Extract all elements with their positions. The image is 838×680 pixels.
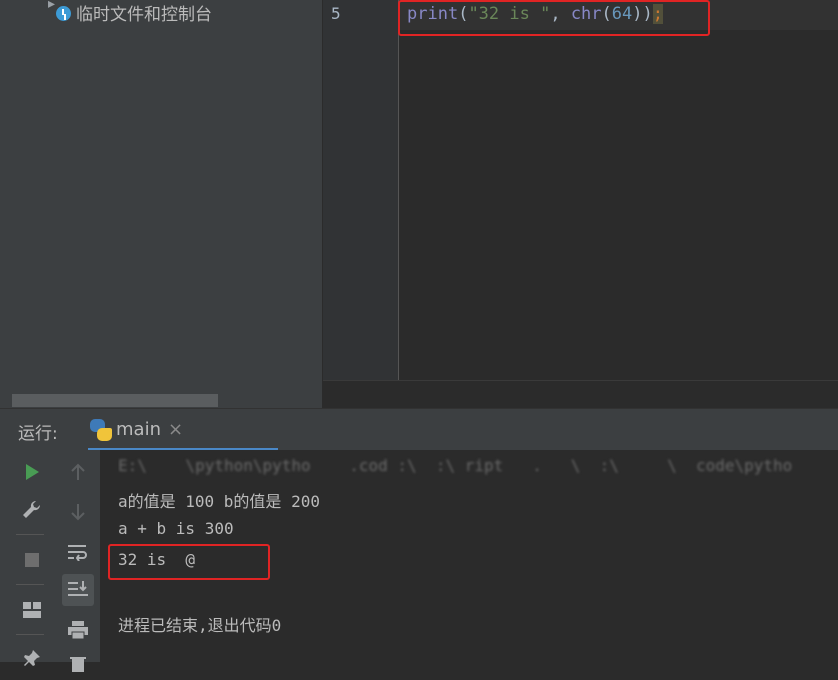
pin-icon[interactable] bbox=[16, 642, 48, 674]
toolbar-separator bbox=[16, 534, 44, 535]
line-number: 5 bbox=[331, 4, 341, 23]
run-icon[interactable] bbox=[16, 456, 48, 488]
console-line: a + b is 300 bbox=[118, 519, 234, 538]
arrow-down-icon[interactable] bbox=[62, 496, 94, 528]
run-toolbar-right bbox=[56, 450, 100, 672]
tree-item-scratches[interactable]: ▸ 临时文件和控制台 bbox=[48, 0, 212, 25]
tree-item-label: 临时文件和控制台 bbox=[76, 4, 212, 25]
scratches-icon: ▸ bbox=[48, 0, 72, 24]
code-editor[interactable]: 5 print("32 is ", chr(64)); bbox=[323, 0, 838, 380]
console-line-command: E:\ \python\pytho .cod :\ :\ ript . \ :\… bbox=[118, 456, 793, 475]
wrench-icon[interactable] bbox=[16, 494, 48, 526]
soft-wrap-icon[interactable] bbox=[62, 536, 94, 568]
scroll-to-end-icon[interactable] bbox=[62, 574, 94, 606]
layout-icon[interactable] bbox=[16, 594, 48, 626]
tab-title: main bbox=[116, 419, 161, 440]
print-icon[interactable] bbox=[62, 614, 94, 646]
run-tab-main[interactable]: main × bbox=[80, 409, 198, 451]
horizontal-scrollbar[interactable] bbox=[12, 394, 218, 407]
editor-bottom-area bbox=[323, 380, 838, 409]
console-line-exit: 进程已结束,退出代码0 bbox=[118, 616, 282, 635]
toolbar-separator bbox=[16, 584, 44, 585]
console-line: a的值是 100 b的值是 200 bbox=[118, 492, 320, 511]
arrow-up-icon[interactable] bbox=[62, 456, 94, 488]
toolbar-separator bbox=[16, 634, 44, 635]
close-icon[interactable]: × bbox=[168, 419, 183, 440]
stop-icon[interactable] bbox=[16, 544, 48, 576]
project-panel: ▸ 临时文件和控制台 bbox=[12, 0, 322, 408]
editor-gutter: 5 bbox=[323, 0, 399, 380]
run-label: 运行: bbox=[18, 424, 58, 444]
run-toolbar-left bbox=[0, 450, 57, 666]
highlight-box-output bbox=[108, 544, 270, 580]
python-icon bbox=[90, 419, 112, 441]
run-tool-window-header: 运行: main × bbox=[0, 408, 838, 451]
highlight-box-code bbox=[398, 0, 710, 36]
delete-icon[interactable] bbox=[62, 648, 94, 680]
